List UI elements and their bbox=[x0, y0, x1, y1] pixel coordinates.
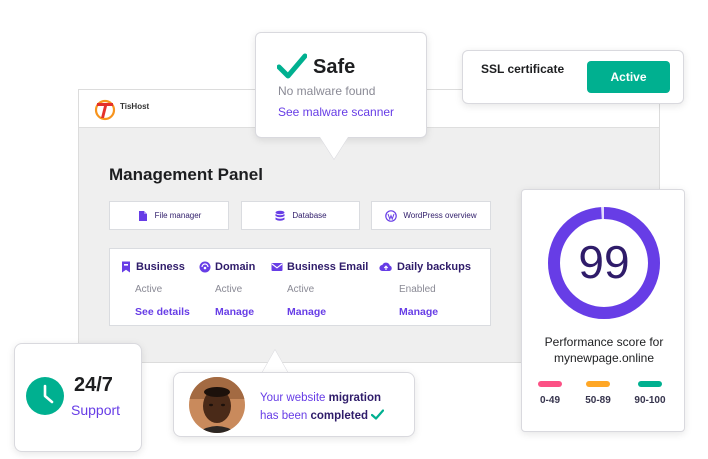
migration-card-pointer bbox=[262, 350, 288, 373]
cloud-upload-icon bbox=[379, 262, 392, 272]
ssl-card: SSL certificate Active bbox=[462, 50, 684, 104]
avatar bbox=[189, 377, 245, 433]
service-business-name: Business bbox=[136, 261, 185, 273]
service-email-name: Business Email bbox=[287, 261, 369, 273]
file-icon bbox=[138, 210, 147, 221]
legend-poor-swatch bbox=[538, 381, 562, 387]
service-email-link[interactable]: Manage bbox=[287, 306, 326, 318]
malware-status-card: Safe No malware found See malware scanne… bbox=[255, 32, 427, 138]
database-button[interactable]: Database bbox=[241, 201, 360, 230]
migration-message: Your website migration has been complete… bbox=[260, 389, 385, 425]
malware-title: Safe bbox=[313, 56, 356, 78]
service-domain-link[interactable]: Manage bbox=[215, 306, 254, 318]
brand-name: TisHost bbox=[120, 101, 150, 111]
wordpress-overview-label: WordPress overview bbox=[403, 211, 477, 220]
performance-label: Performance score for mynewpage.online bbox=[544, 335, 664, 365]
legend-good: 90-100 bbox=[628, 381, 672, 406]
service-backups-heading: Daily backups bbox=[379, 261, 471, 273]
malware-card-pointer bbox=[320, 137, 348, 159]
clock-icon bbox=[26, 377, 64, 415]
file-manager-label: File manager bbox=[154, 211, 202, 220]
file-manager-button[interactable]: File manager bbox=[109, 201, 229, 230]
person-avatar-icon bbox=[189, 377, 245, 433]
bookmark-icon bbox=[122, 261, 130, 273]
migration-text-1: Your website bbox=[260, 392, 329, 404]
service-email-status: Active bbox=[287, 284, 315, 295]
globe-icon bbox=[199, 261, 211, 273]
checkmark-icon bbox=[371, 409, 385, 420]
legend-poor: 0-49 bbox=[532, 381, 568, 406]
service-business-link[interactable]: See details bbox=[135, 306, 190, 318]
support-label[interactable]: Support bbox=[71, 402, 120, 418]
performance-card: 99 Performance score for mynewpage.onlin… bbox=[521, 189, 685, 432]
mail-icon bbox=[271, 263, 283, 271]
service-email-heading: Business Email bbox=[271, 261, 368, 273]
legend-good-swatch bbox=[638, 381, 662, 387]
database-label: Database bbox=[292, 211, 327, 220]
service-domain-name: Domain bbox=[215, 261, 256, 273]
migration-card: Your website migration has been complete… bbox=[173, 372, 415, 437]
checkmark-icon bbox=[277, 53, 307, 79]
legend-average-label: 50-89 bbox=[585, 395, 611, 406]
service-backups-link[interactable]: Manage bbox=[399, 306, 438, 318]
support-hours: 24/7 bbox=[74, 374, 113, 396]
legend-average-swatch bbox=[586, 381, 610, 387]
service-business-heading: Business bbox=[120, 261, 185, 273]
migration-bold-2: completed bbox=[310, 410, 369, 422]
legend-good-label: 90-100 bbox=[634, 395, 666, 406]
service-backups-name: Daily backups bbox=[397, 261, 471, 273]
service-domain-heading: Domain bbox=[199, 261, 255, 273]
page-title: Management Panel bbox=[109, 165, 263, 184]
migration-text-2: has been bbox=[260, 410, 311, 422]
service-business-status: Active bbox=[135, 284, 163, 295]
services-box: Business Active See details Domain Activ… bbox=[109, 248, 491, 326]
legend-poor-label: 0-49 bbox=[539, 395, 560, 406]
performance-score: 99 bbox=[578, 236, 630, 288]
service-backups-status: Enabled bbox=[399, 284, 436, 295]
tishost-logo-icon bbox=[94, 99, 116, 121]
malware-subtitle: No malware found bbox=[278, 84, 376, 98]
migration-bold-1: migration bbox=[328, 392, 382, 404]
wordpress-overview-button[interactable]: WordPress overview bbox=[371, 201, 491, 230]
service-domain-status: Active bbox=[215, 284, 243, 295]
brand-logo[interactable]: TisHost bbox=[93, 97, 149, 121]
support-card: 24/7 Support bbox=[14, 343, 142, 452]
database-icon bbox=[275, 210, 285, 221]
malware-scanner-link[interactable]: See malware scanner bbox=[278, 105, 394, 119]
wordpress-icon bbox=[385, 209, 398, 222]
ssl-label: SSL certificate bbox=[481, 62, 565, 76]
ssl-status-button[interactable]: Active bbox=[587, 61, 670, 93]
legend-average: 50-89 bbox=[580, 381, 616, 406]
